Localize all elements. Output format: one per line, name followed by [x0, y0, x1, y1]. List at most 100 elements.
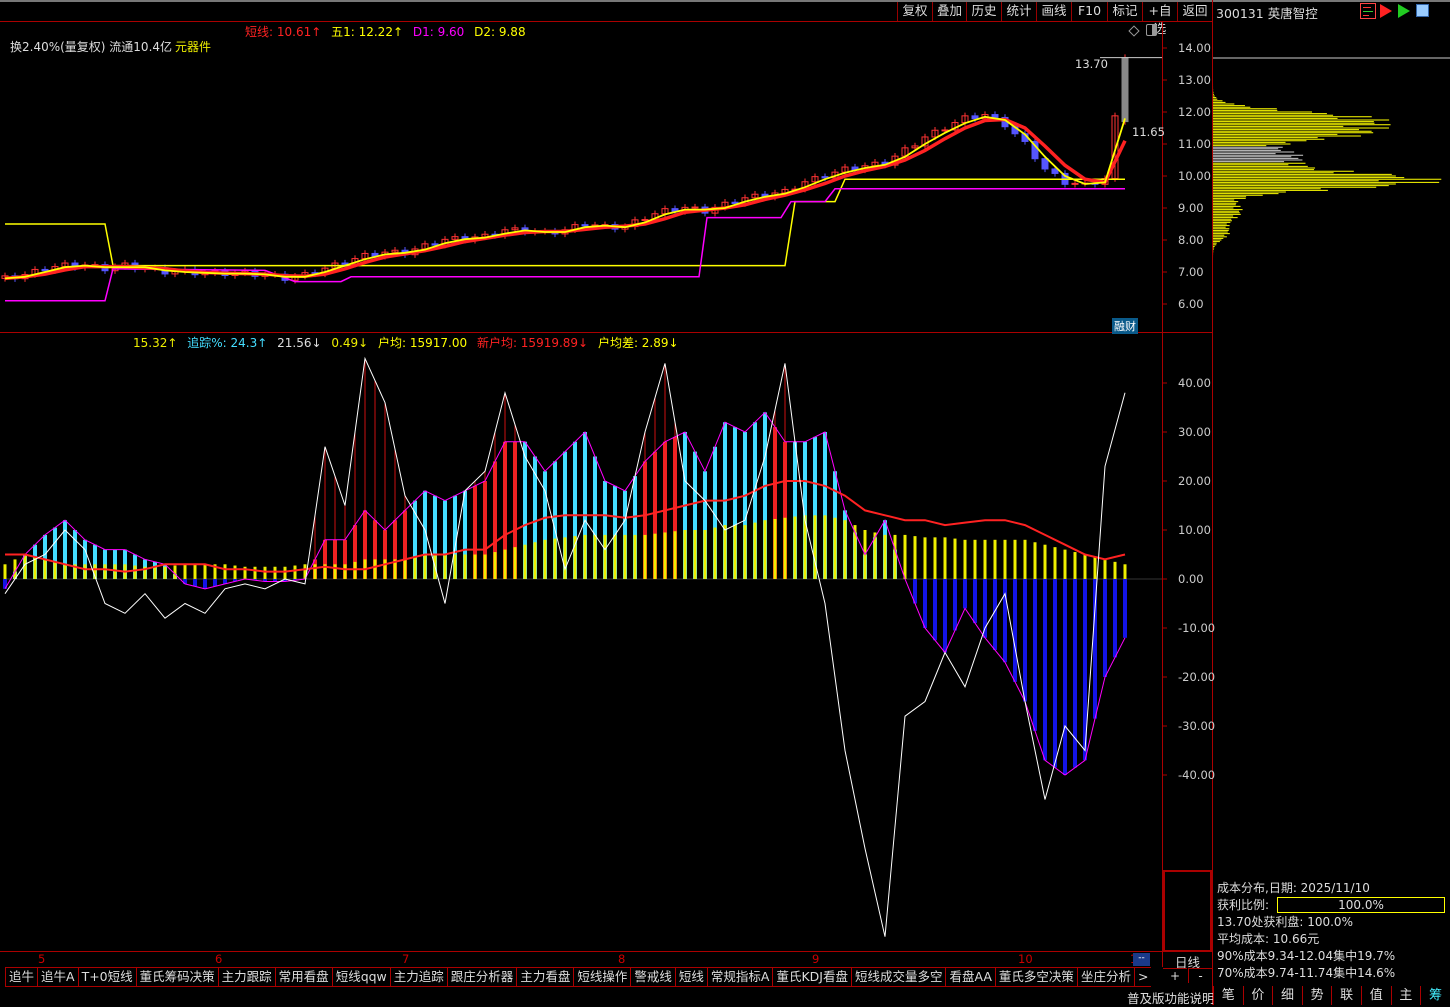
tab-indicator-16[interactable]: 看盘AA — [945, 968, 994, 986]
tab-indicator-0[interactable]: 追牛 — [5, 968, 37, 986]
zoom-out-button[interactable]: - — [1188, 968, 1212, 983]
tab-indicator-10[interactable]: 短线操作 — [573, 968, 630, 986]
tab-indicator-12[interactable]: 短线 — [674, 968, 707, 986]
indicator-tick: -20.00 — [1178, 670, 1216, 684]
candle-up — [691, 206, 699, 209]
chip-view-icon[interactable] — [1360, 3, 1376, 19]
price-tick: 6.00 — [1178, 297, 1204, 311]
finance-badge[interactable]: 融财 — [1112, 318, 1138, 334]
toolbar-button-2[interactable]: 历史 — [966, 2, 1001, 22]
indicator-tick: 10.00 — [1178, 523, 1211, 537]
tab-indicator-19[interactable]: > — [1133, 968, 1151, 986]
chip-distribution — [1213, 55, 1450, 286]
indicator-tick: -30.00 — [1178, 719, 1216, 733]
scroll-marker[interactable]: -- — [1133, 953, 1150, 966]
short-line-ma — [4, 117, 1127, 281]
price-tick: 9.00 — [1178, 201, 1204, 215]
price-tick: 14.00 — [1178, 41, 1211, 55]
tab-indicator-7[interactable]: 主力追踪 — [389, 968, 447, 986]
toolbar-button-0[interactable]: 复权 — [897, 2, 932, 22]
toolbar-button-4[interactable]: 画线 — [1036, 2, 1071, 22]
tab-indicator-18[interactable]: 坐庄分析 — [1076, 968, 1134, 986]
price-tick: 11.00 — [1178, 137, 1211, 151]
tab-indicator-13[interactable]: 常规指标A — [706, 968, 773, 986]
white-indicator-line — [4, 356, 1126, 937]
tab-indicator-2[interactable]: T+0短线 — [77, 968, 136, 986]
candle-up — [1121, 57, 1129, 123]
profit-ratio-bar: 100.0% — [1277, 897, 1446, 913]
side-tab-3[interactable]: 势 — [1301, 986, 1332, 1005]
cost-70: 70%成本9.74-11.74集中14.6% — [1217, 966, 1396, 980]
high-price-label: 13.70 — [1075, 57, 1108, 71]
candle-down — [1041, 158, 1049, 170]
toolbar-button-8[interactable]: 返回 — [1177, 2, 1212, 22]
help-link[interactable]: 普及版功能说明 — [1127, 988, 1215, 1007]
tab-indicator-3[interactable]: 董氏筹码决策 — [135, 968, 218, 986]
tab-indicator-6[interactable]: 短线qqw — [331, 968, 390, 986]
side-tab-1[interactable]: 价 — [1242, 986, 1273, 1005]
toolbar-button-7[interactable]: +自选 — [1142, 2, 1177, 36]
toolbar-button-5[interactable]: F10 — [1071, 2, 1107, 22]
side-tab-7[interactable]: 筹 — [1420, 986, 1450, 1005]
yellow-step-line — [5, 178, 1125, 267]
price-tick: 12.00 — [1178, 105, 1211, 119]
price-tick: 10.00 — [1178, 169, 1211, 183]
candle-down — [991, 114, 999, 118]
cost-90: 90%成本9.34-12.04集中19.7% — [1217, 949, 1396, 963]
magenta-step-line — [5, 188, 1125, 302]
date-tick: 6 — [215, 952, 223, 966]
cost-distribution-info: 成本分布,日期: 2025/11/10 获利比例: 100.0% 13.70处获利… — [1217, 880, 1446, 982]
indicator-tick: -10.00 — [1178, 621, 1216, 635]
side-tab-5[interactable]: 值 — [1361, 986, 1391, 1005]
stock-title: 300131 英唐智控 — [1216, 6, 1318, 21]
tab-indicator-15[interactable]: 短线成交量多空 — [850, 968, 946, 986]
toolbar-button-3[interactable]: 统计 — [1001, 2, 1036, 22]
candle-down — [41, 268, 49, 272]
toolbar-button-1[interactable]: 叠加 — [932, 2, 966, 22]
indicator-tick: 20.00 — [1178, 474, 1211, 488]
candle-down — [581, 224, 589, 227]
side-tab-0[interactable]: 笔 — [1213, 986, 1243, 1005]
tab-indicator-1[interactable]: 追牛A — [37, 968, 78, 986]
chart-area[interactable] — [0, 22, 1212, 967]
indicator-tabs: 追牛 追牛A T+0短线 董氏筹码决策 主力跟踪 常用看盘 短线qqw 主力追踪 跟庄分析器 主力… — [5, 967, 1152, 987]
date-tick: 10 — [1018, 952, 1033, 966]
period-box — [1163, 870, 1212, 952]
flag-icon-green[interactable] — [1398, 4, 1410, 18]
zoom-in-button[interactable]: + — [1163, 968, 1187, 983]
date-tick: 5 — [38, 952, 46, 966]
side-tab-6[interactable]: 主 — [1390, 986, 1421, 1005]
five-line-ma — [4, 115, 1126, 280]
indicator-tick: -40.00 — [1178, 768, 1216, 782]
candle-up — [941, 129, 949, 132]
profit-label: 获利比例: — [1217, 898, 1270, 912]
tab-indicator-4[interactable]: 主力跟踪 — [217, 968, 275, 986]
date-tick: 7 — [402, 952, 410, 966]
tab-indicator-5[interactable]: 常用看盘 — [274, 968, 332, 986]
indicator-tick: 30.00 — [1178, 425, 1211, 439]
date-tick: 9 — [812, 952, 820, 966]
screen-icon[interactable] — [1416, 4, 1429, 17]
price-tick: 7.00 — [1178, 265, 1204, 279]
tab-indicator-11[interactable]: 警戒线 — [630, 968, 675, 986]
flag-icon-red[interactable] — [1380, 4, 1392, 18]
profit-row: 获利比例: 100.0% — [1217, 897, 1446, 914]
tab-indicator-8[interactable]: 跟庄分析器 — [446, 968, 517, 986]
low-price-label: 11.65 — [1132, 125, 1165, 139]
indicator-tick: 0.00 — [1178, 572, 1204, 586]
side-tab-4[interactable]: 联 — [1331, 986, 1361, 1005]
cost-title: 成本分布,日期: 2025/11/10 — [1217, 881, 1370, 895]
date-tick: 8 — [618, 952, 626, 966]
tab-indicator-14[interactable]: 董氏KDJ看盘 — [772, 968, 851, 986]
tab-indicator-17[interactable]: 董氏多空决策 — [994, 968, 1077, 986]
profit-at-price: 13.70处获利盘: 100.0% — [1217, 915, 1353, 929]
toolbar-button-6[interactable]: 标记 — [1107, 2, 1142, 22]
side-tab-2[interactable]: 细 — [1272, 986, 1302, 1005]
average-cost: 平均成本: 10.66元 — [1217, 932, 1320, 946]
candle-down — [971, 115, 979, 120]
price-tick: 8.00 — [1178, 233, 1204, 247]
candle-up — [641, 219, 649, 222]
price-tick: 13.00 — [1178, 73, 1211, 87]
tab-indicator-9[interactable]: 主力看盘 — [516, 968, 573, 986]
indicator-tick: 40.00 — [1178, 376, 1211, 390]
